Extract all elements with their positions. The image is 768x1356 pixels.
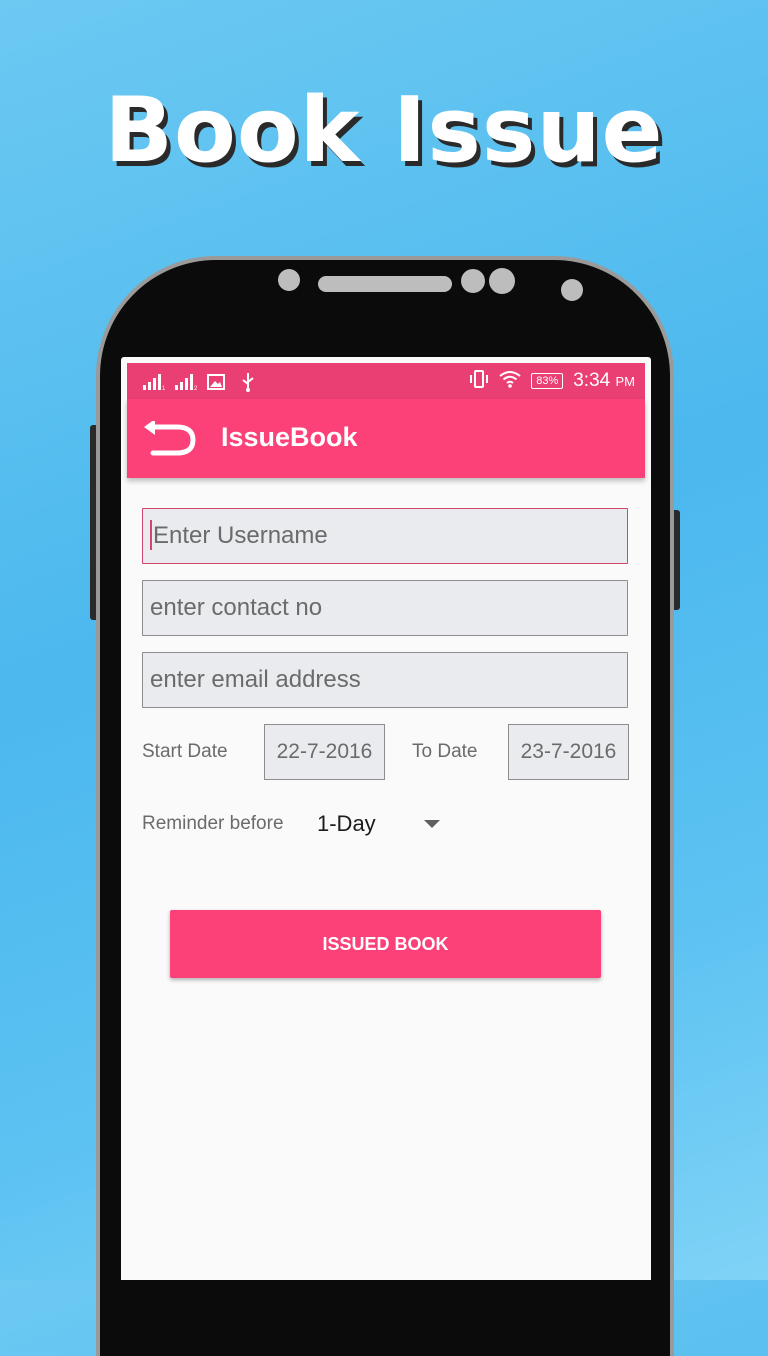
phone-sensor-dot: [278, 269, 300, 291]
phone-camera-dot: [461, 269, 485, 293]
start-date-field[interactable]: 22-7-2016: [264, 724, 385, 780]
reminder-label: Reminder before: [142, 813, 284, 834]
start-date-label: Start Date: [142, 741, 228, 762]
back-button[interactable]: [141, 419, 197, 457]
phone-speaker: [318, 276, 452, 292]
usb-icon: [241, 372, 255, 396]
signal-1-icon: 1: [143, 374, 166, 394]
vibrate-icon: [469, 369, 489, 393]
battery-icon: 83%: [531, 373, 564, 389]
svg-text:1: 1: [162, 386, 165, 390]
back-arrow-icon: [141, 419, 197, 461]
reminder-spinner[interactable]: 1-Day: [317, 811, 376, 837]
username-input[interactable]: Enter Username: [142, 508, 628, 564]
app-title: IssueBook: [221, 422, 358, 452]
phone-camera-dot-2: [489, 268, 515, 294]
app-screen: 1 2 83% 3:34 PM IssueBook Enter Username…: [121, 357, 651, 1280]
username-placeholder: Enter Username: [153, 522, 328, 549]
promo-title: Book Issue: [104, 78, 664, 183]
dropdown-arrow-icon[interactable]: [424, 820, 440, 828]
wifi-icon: [499, 370, 521, 392]
contact-placeholder: enter contact no: [150, 594, 323, 621]
status-bar: 1 2 83% 3:34 PM: [127, 363, 645, 399]
status-time: 3:34 PM: [573, 370, 635, 391]
to-date-field[interactable]: 23-7-2016: [508, 724, 629, 780]
issue-book-button[interactable]: ISSUED BOOK: [170, 910, 601, 978]
to-date-label: To Date: [412, 741, 478, 762]
signal-2-icon: 2: [175, 374, 198, 394]
svg-text:2: 2: [194, 386, 197, 390]
image-icon: [207, 374, 225, 394]
email-input[interactable]: enter email address: [142, 652, 628, 708]
email-placeholder: enter email address: [150, 666, 361, 693]
contact-input[interactable]: enter contact no: [142, 580, 628, 636]
text-cursor: [150, 519, 152, 550]
phone-front-camera: [561, 279, 583, 301]
app-bar: IssueBook: [127, 399, 645, 478]
